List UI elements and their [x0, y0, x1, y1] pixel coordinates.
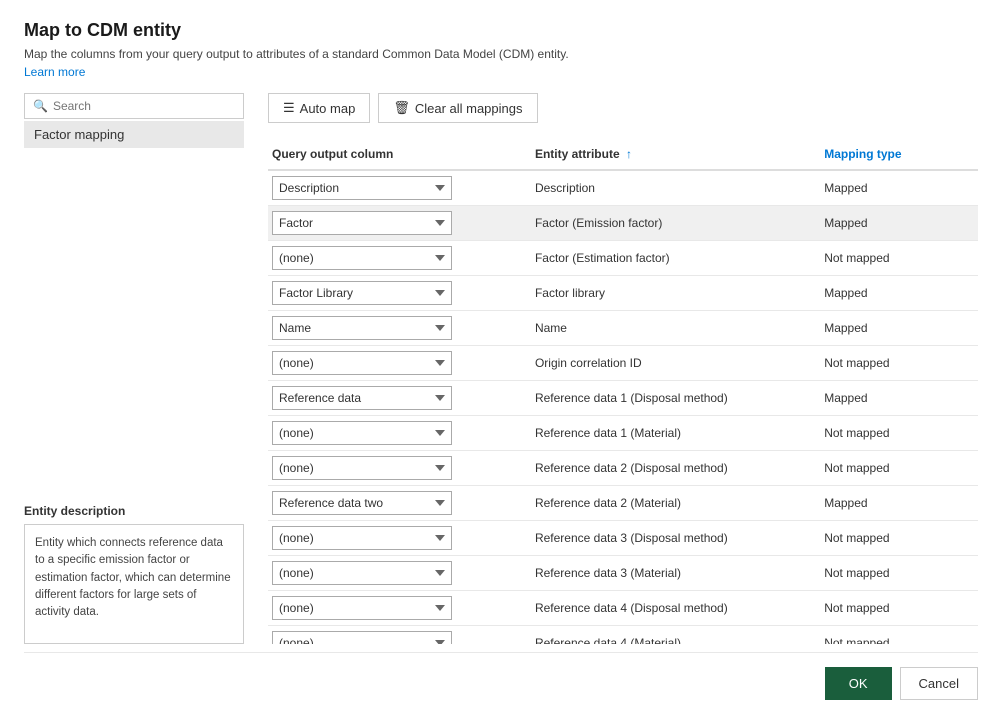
- mapping-status-cell: Mapped: [820, 311, 978, 346]
- mapping-status-cell: Not mapped: [820, 346, 978, 381]
- mapping-status-cell: Not mapped: [820, 591, 978, 626]
- entity-description-text: Entity which connects reference data to …: [24, 524, 244, 644]
- footer: OK Cancel: [24, 652, 978, 700]
- entity-attribute-cell: Description: [531, 170, 820, 206]
- mapping-status-cell: Not mapped: [820, 521, 978, 556]
- table-row: NameNameMapped: [268, 311, 978, 346]
- entity-description-container: Entity description Entity which connects…: [24, 488, 244, 644]
- ok-button[interactable]: OK: [825, 667, 892, 700]
- entity-attribute-cell: Reference data 2 (Disposal method): [531, 451, 820, 486]
- entity-attribute-cell: Factor library: [531, 276, 820, 311]
- mapping-status-cell: Not mapped: [820, 241, 978, 276]
- query-output-cell: (none): [268, 521, 531, 556]
- search-box[interactable]: 🔍: [24, 93, 244, 119]
- table-row: Factor Factor (Emission factor)Mapped: [268, 206, 978, 241]
- query-column-select[interactable]: (none): [272, 561, 452, 585]
- entity-attribute-cell: Factor (Emission factor): [531, 206, 820, 241]
- auto-map-icon: ☰: [283, 100, 295, 116]
- entity-attribute-cell: Origin correlation ID: [531, 346, 820, 381]
- query-output-cell: Name: [268, 311, 531, 346]
- query-column-select[interactable]: Name: [272, 316, 452, 340]
- mapping-table-container: Query output column Entity attribute ↑ M…: [268, 139, 978, 644]
- table-row: DescriptionDescriptionMapped: [268, 170, 978, 206]
- table-row: (none) Reference data 3 (Disposal method)…: [268, 521, 978, 556]
- mapping-status-cell: Mapped: [820, 276, 978, 311]
- query-column-select[interactable]: (none): [272, 596, 452, 620]
- search-icon: 🔍: [33, 99, 48, 113]
- query-output-cell: (none): [268, 591, 531, 626]
- clear-all-icon: 🗑: [393, 100, 410, 116]
- query-column-select[interactable]: (none): [272, 631, 452, 644]
- page-container: Map to CDM entity Map the columns from y…: [0, 0, 1002, 720]
- table-row: Reference data Reference data 1 (Disposal…: [268, 381, 978, 416]
- query-column-select[interactable]: Description: [272, 176, 452, 200]
- learn-more-link[interactable]: Learn more: [24, 65, 978, 79]
- query-output-cell: Reference data two: [268, 486, 531, 521]
- query-column-select[interactable]: (none): [272, 421, 452, 445]
- col-header-query: Query output column: [268, 139, 531, 170]
- query-output-cell: Description: [268, 170, 531, 206]
- query-column-select[interactable]: Reference data two: [272, 491, 452, 515]
- table-row: (none) Reference data 2 (Disposal method)…: [268, 451, 978, 486]
- entity-attribute-cell: Reference data 1 (Disposal method): [531, 381, 820, 416]
- query-column-select[interactable]: (none): [272, 246, 452, 270]
- query-output-cell: (none): [268, 416, 531, 451]
- table-row: (none) Origin correlation IDNot mapped: [268, 346, 978, 381]
- query-column-select[interactable]: (none): [272, 456, 452, 480]
- entity-attribute-cell: Reference data 3 (Material): [531, 556, 820, 591]
- mapping-status-cell: Mapped: [820, 486, 978, 521]
- table-row: (none) Reference data 4 (Material)Not map…: [268, 626, 978, 645]
- left-panel: 🔍 Factor mapping Entity description Enti…: [24, 93, 244, 644]
- query-column-select[interactable]: Factor Library: [272, 281, 452, 305]
- entity-attribute-cell: Reference data 4 (Disposal method): [531, 591, 820, 626]
- table-row: (none) Reference data 1 (Material)Not map…: [268, 416, 978, 451]
- query-column-select[interactable]: Factor: [272, 211, 452, 235]
- query-column-select[interactable]: (none): [272, 526, 452, 550]
- col-header-mapping: Mapping type: [820, 139, 978, 170]
- query-output-cell: (none): [268, 346, 531, 381]
- mapping-status-cell: Mapped: [820, 381, 978, 416]
- query-output-cell: (none): [268, 451, 531, 486]
- mapping-table: Query output column Entity attribute ↑ M…: [268, 139, 978, 644]
- table-row: (none) Factor (Estimation factor)Not mapp…: [268, 241, 978, 276]
- query-column-select[interactable]: (none): [272, 351, 452, 375]
- query-output-cell: (none): [268, 626, 531, 645]
- page-subtitle: Map the columns from your query output t…: [24, 47, 978, 61]
- mapping-status-cell: Not mapped: [820, 451, 978, 486]
- mapping-status-cell: Not mapped: [820, 416, 978, 451]
- entity-attribute-cell: Reference data 1 (Material): [531, 416, 820, 451]
- mapping-status-cell: Mapped: [820, 170, 978, 206]
- entity-attribute-cell: Reference data 3 (Disposal method): [531, 521, 820, 556]
- query-output-cell: (none): [268, 556, 531, 591]
- query-output-cell: Factor Library: [268, 276, 531, 311]
- table-row: (none) Reference data 4 (Disposal method)…: [268, 591, 978, 626]
- query-output-cell: (none): [268, 241, 531, 276]
- entity-description-label: Entity description: [24, 504, 244, 518]
- mapping-status-cell: Not mapped: [820, 626, 978, 645]
- sort-arrow-icon[interactable]: ↑: [626, 147, 632, 161]
- right-panel: ☰ Auto map 🗑 Clear all mappings Query ou…: [244, 93, 978, 644]
- col-header-entity: Entity attribute ↑: [531, 139, 820, 170]
- cancel-button[interactable]: Cancel: [900, 667, 978, 700]
- table-row: (none) Reference data 3 (Material)Not map…: [268, 556, 978, 591]
- table-row: Factor Library Factor libraryMapped: [268, 276, 978, 311]
- entity-attribute-cell: Name: [531, 311, 820, 346]
- table-row: Reference data two Reference data 2 (Mate…: [268, 486, 978, 521]
- query-output-cell: Factor: [268, 206, 531, 241]
- query-output-cell: Reference data: [268, 381, 531, 416]
- clear-all-mappings-button[interactable]: 🗑 Clear all mappings: [378, 93, 537, 123]
- mapping-status-cell: Not mapped: [820, 556, 978, 591]
- sidebar-item-factor-mapping[interactable]: Factor mapping: [24, 121, 244, 148]
- entity-attribute-cell: Reference data 2 (Material): [531, 486, 820, 521]
- entity-attribute-cell: Factor (Estimation factor): [531, 241, 820, 276]
- search-input[interactable]: [53, 99, 235, 113]
- mapping-status-cell: Mapped: [820, 206, 978, 241]
- query-column-select[interactable]: Reference data: [272, 386, 452, 410]
- auto-map-button[interactable]: ☰ Auto map: [268, 93, 370, 123]
- page-title: Map to CDM entity: [24, 20, 978, 41]
- main-content: 🔍 Factor mapping Entity description Enti…: [24, 93, 978, 644]
- toolbar: ☰ Auto map 🗑 Clear all mappings: [268, 93, 978, 123]
- entity-attribute-cell: Reference data 4 (Material): [531, 626, 820, 645]
